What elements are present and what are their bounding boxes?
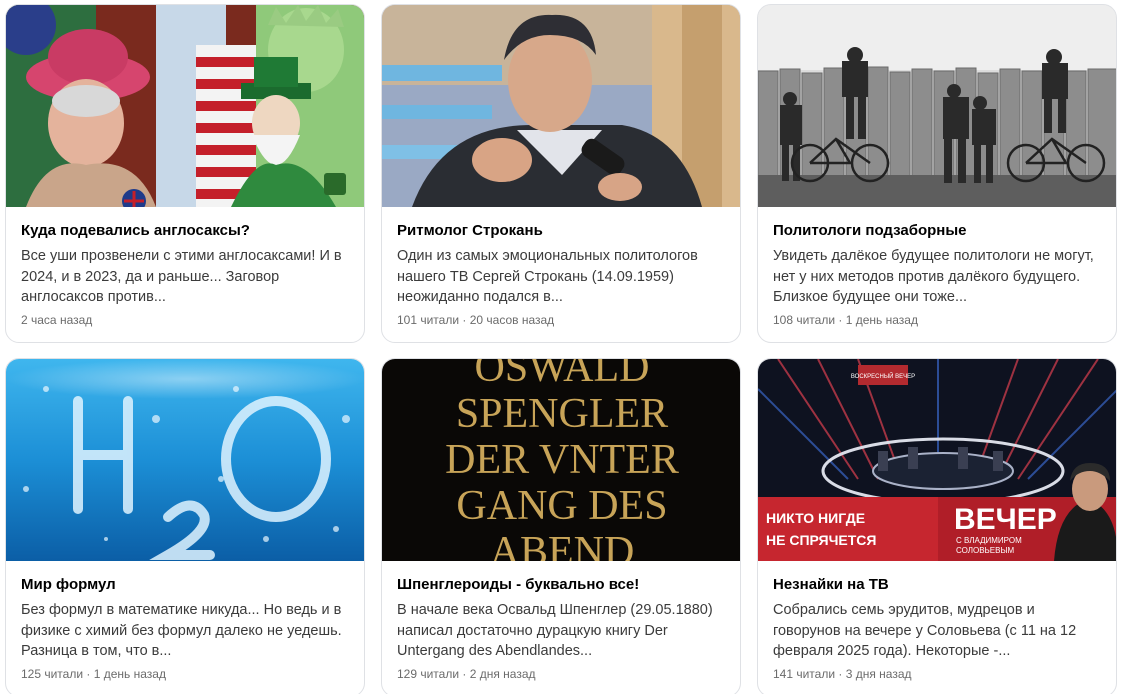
h2o-water-image [6,359,364,561]
show-logo-sub: СОЛОВЬЕВЫМ [956,546,1015,555]
article-title[interactable]: Мир формул [21,575,352,595]
article-card[interactable]: ВОСКРЕСНЫЙ ВЕЧЕР НИКТО НИГДЕ НЕ СПРЯЧЕТС… [757,358,1117,694]
article-card[interactable]: OSWALD SPENGLER DER VNTER GANG DES ABEND… [381,358,741,694]
caricature-image [6,5,364,207]
article-title[interactable]: Политологи подзаборные [773,221,1104,241]
article-card[interactable]: Мир формул Без формул в математике никуд… [5,358,365,694]
article-card[interactable]: Политологи подзаборные Увидеть далёкое б… [757,4,1117,343]
article-feed-grid: Куда подевались англосаксы? Все уши проз… [0,0,1123,694]
book-cover-image: OSWALD SPENGLER DER VNTER GANG DES ABEND [382,359,740,561]
cover-line: GANG DES [456,483,667,529]
article-title[interactable]: Ритмолог Строкань [397,221,728,241]
article-meta: 2 часа назад [21,313,93,327]
article-thumbnail[interactable] [758,5,1116,207]
cover-line: OSWALD [475,359,650,391]
cover-line: DER VNTER [445,437,679,483]
article-meta: 108 читали · 1 день назад [773,313,918,327]
banner-line: НЕ СПРЯЧЕТСЯ [766,532,876,548]
article-snippet: Один из самых эмоциональных политологов … [397,248,698,305]
fence-photo [758,5,1116,207]
article-thumbnail[interactable] [382,5,740,207]
article-snippet: Увидеть далёкое будущее политологи не мо… [773,248,1094,305]
article-meta: 101 читали · 20 часов назад [397,313,555,327]
article-thumbnail[interactable] [6,5,364,207]
article-title[interactable]: Шпенглероиды - буквально все! [397,575,728,595]
article-thumbnail[interactable]: OSWALD SPENGLER DER VNTER GANG DES ABEND [382,359,740,561]
article-snippet: В начале века Освальд Шпенглер (29.05.18… [397,602,713,659]
cover-line: ABEND [490,529,635,561]
article-snippet: Все уши прозвенели с этими англосаксами!… [21,248,342,305]
article-card[interactable]: Ритмолог Строкань Один из самых эмоциона… [381,4,741,343]
article-thumbnail[interactable] [6,359,364,561]
article-title[interactable]: Незнайки на ТВ [773,575,1104,595]
tv-studio-image: ВОСКРЕСНЫЙ ВЕЧЕР НИКТО НИГДЕ НЕ СПРЯЧЕТС… [758,359,1116,561]
article-meta: 141 читали · 3 дня назад [773,667,912,681]
article-snippet: Собрались семь эрудитов, мудрецов и гово… [773,602,1077,659]
show-logo-text: ВЕЧЕР [954,503,1057,536]
cover-line: SPENGLER [456,391,668,437]
article-thumbnail[interactable]: ВОСКРЕСНЫЙ ВЕЧЕР НИКТО НИГДЕ НЕ СПРЯЧЕТС… [758,359,1116,561]
show-small-label: ВОСКРЕСНЫЙ ВЕЧЕР [851,372,915,380]
article-card[interactable]: Куда подевались англосаксы? Все уши проз… [5,4,365,343]
article-meta: 129 читали · 2 дня назад [397,667,536,681]
banner-line: НИКТО НИГДЕ [766,510,865,526]
show-logo-sub: С ВЛАДИМИРОМ [956,536,1022,545]
article-title[interactable]: Куда подевались англосаксы? [21,221,352,241]
speaker-photo [382,5,740,207]
article-meta: 125 читали · 1 день назад [21,667,166,681]
article-snippet: Без формул в математике никуда... Но вед… [21,602,342,659]
